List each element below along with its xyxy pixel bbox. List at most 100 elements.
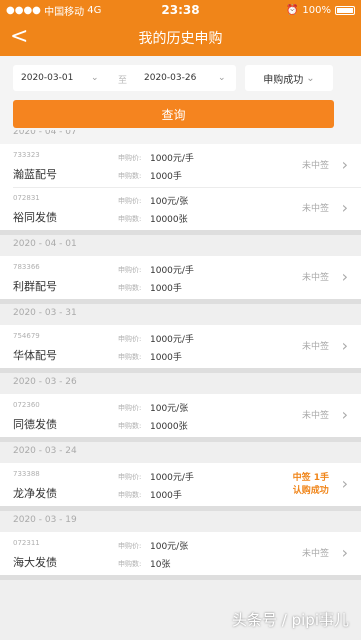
page-title: 我的历史申购 bbox=[138, 31, 223, 47]
amount-value: 10000张 bbox=[150, 215, 188, 225]
list-item[interactable]: 072311 海大发债 申购价: 100元/张 申购数: 10张 未中签 › bbox=[0, 532, 361, 575]
list-item[interactable]: 733323 瀚蓝配号 申购价: 1000元/手 申购数: 1000手 未中签 › bbox=[0, 144, 361, 187]
amount-value: 10张 bbox=[150, 560, 171, 570]
group-separator bbox=[0, 506, 361, 511]
chevron-right-icon: › bbox=[341, 267, 348, 286]
group-separator bbox=[0, 575, 361, 580]
item-code: 733323 bbox=[13, 151, 40, 159]
item-name: 同德发债 bbox=[13, 418, 57, 431]
item-name: 海大发债 bbox=[13, 556, 57, 569]
history-list[interactable]: 2020 - 04 - 07 733323 瀚蓝配号 申购价: 1000元/手 申购数: 1… bbox=[0, 130, 361, 620]
item-code: 072831 bbox=[13, 194, 40, 202]
result-text: 未中签 bbox=[301, 342, 329, 352]
chevron-right-icon: › bbox=[341, 336, 348, 355]
group-separator bbox=[0, 299, 361, 304]
amount-label: 申购数: bbox=[118, 215, 142, 223]
price-value: 1000元/手 bbox=[150, 335, 194, 345]
chevron-down-icon: ⌄ bbox=[91, 73, 99, 83]
battery-icon bbox=[335, 5, 355, 15]
list-item[interactable]: 783366 利群配号 申购价: 1000元/手 申购数: 1000手 未中签 › bbox=[0, 256, 361, 299]
price-value: 1000元/手 bbox=[150, 266, 194, 276]
result-status: 未中签 bbox=[302, 546, 329, 559]
result-status: 中签 1手 认购成功 bbox=[293, 472, 329, 498]
list-item[interactable]: 733388 龙净发债 申购价: 1000元/手 申购数: 1000手 中签 1手 认购成功 › bbox=[0, 463, 361, 506]
chevron-right-icon: › bbox=[341, 474, 348, 493]
list-item[interactable]: 754679 华体配号 申购价: 1000元/手 申购数: 1000手 未中签 › bbox=[0, 325, 361, 368]
chevron-right-icon: › bbox=[341, 543, 348, 562]
price-value: 1000元/手 bbox=[150, 473, 194, 483]
result-text: 未中签 bbox=[301, 549, 329, 559]
item-code: 072311 bbox=[13, 539, 40, 547]
item-name: 华体配号 bbox=[13, 349, 57, 362]
price-value: 100元/张 bbox=[150, 404, 189, 414]
item-name: 龙净发债 bbox=[13, 487, 57, 500]
status-select-value: 申购成功 bbox=[263, 74, 304, 86]
end-date[interactable]: 2020-03-26 bbox=[144, 73, 196, 83]
result-text: 未中签 bbox=[301, 161, 329, 171]
price-value: 1000元/手 bbox=[150, 154, 194, 164]
clock: 23:38 bbox=[161, 3, 200, 17]
result-status: 未中签 bbox=[302, 201, 329, 214]
result-text: 未中签 bbox=[301, 273, 329, 283]
result-status: 未中签 bbox=[302, 339, 329, 352]
group-separator bbox=[0, 368, 361, 373]
item-name: 裕同发债 bbox=[13, 211, 57, 224]
price-value: 100元/张 bbox=[150, 542, 189, 552]
price-label: 申购价: bbox=[118, 473, 142, 481]
result-status: 未中签 bbox=[302, 158, 329, 171]
query-button[interactable]: 查询 bbox=[13, 100, 334, 128]
item-name: 瀚蓝配号 bbox=[13, 168, 57, 181]
price-label: 申购价: bbox=[118, 542, 142, 550]
amount-label: 申购数: bbox=[118, 172, 142, 180]
price-label: 申购价: bbox=[118, 197, 142, 205]
group-date-header: 2020 - 04 - 01 bbox=[13, 239, 77, 249]
amount-label: 申购数: bbox=[118, 284, 142, 292]
price-label: 申购价: bbox=[118, 266, 142, 274]
result-subtext: 认购成功 bbox=[292, 486, 329, 496]
group-date-header: 2020 - 03 - 24 bbox=[13, 446, 77, 456]
back-arrow-icon[interactable]: < bbox=[10, 24, 28, 50]
amount-label: 申购数: bbox=[118, 353, 142, 361]
amount-label: 申购数: bbox=[118, 491, 142, 499]
price-label: 申购价: bbox=[118, 335, 142, 343]
item-code: 783366 bbox=[13, 263, 40, 271]
amount-value: 1000手 bbox=[150, 491, 182, 501]
price-label: 申购价: bbox=[118, 404, 142, 412]
chevron-right-icon: › bbox=[341, 155, 348, 174]
amount-value: 10000张 bbox=[150, 422, 188, 432]
group-separator bbox=[0, 230, 361, 235]
item-code: 733388 bbox=[13, 470, 40, 478]
group-date-header: 2020 - 04 - 07 bbox=[13, 130, 77, 137]
item-code: 072360 bbox=[13, 401, 40, 409]
amount-label: 申购数: bbox=[118, 422, 142, 430]
start-date[interactable]: 2020-03-01 bbox=[21, 73, 73, 83]
group-date-header: 2020 - 03 - 31 bbox=[13, 308, 77, 318]
chevron-down-icon: ⌄ bbox=[218, 73, 226, 83]
group-date-header: 2020 - 03 - 26 bbox=[13, 377, 77, 387]
price-value: 100元/张 bbox=[150, 197, 189, 207]
item-name: 利群配号 bbox=[13, 280, 57, 293]
item-code: 754679 bbox=[13, 332, 40, 340]
list-item[interactable]: 072831 裕同发债 申购价: 100元/张 申购数: 10000张 未中签 › bbox=[0, 187, 361, 230]
result-text: 未中签 bbox=[301, 411, 329, 421]
group-date-header: 2020 - 03 - 19 bbox=[13, 515, 77, 525]
amount-label: 申购数: bbox=[118, 560, 142, 568]
chevron-right-icon: › bbox=[341, 198, 348, 217]
navigation-bar: < 我的历史申购 bbox=[0, 20, 361, 56]
amount-value: 1000手 bbox=[150, 353, 182, 363]
watermark: 头条号 / pipi事儿 bbox=[232, 611, 349, 629]
chevron-right-icon: › bbox=[341, 405, 348, 424]
price-label: 申购价: bbox=[118, 154, 142, 162]
status-select[interactable]: 申购成功 ⌄ bbox=[245, 65, 333, 91]
date-range-picker[interactable]: 2020-03-01 ⌄ 至 2020-03-26 ⌄ bbox=[13, 65, 236, 91]
group-separator bbox=[0, 437, 361, 442]
amount-value: 1000手 bbox=[150, 172, 182, 182]
chevron-down-icon: ⌄ bbox=[306, 72, 315, 84]
result-status: 未中签 bbox=[302, 270, 329, 283]
date-separator: 至 bbox=[118, 76, 128, 86]
list-item[interactable]: 072360 同德发债 申购价: 100元/张 申购数: 10000张 未中签 › bbox=[0, 394, 361, 437]
result-text: 未中签 bbox=[301, 204, 329, 214]
amount-value: 1000手 bbox=[150, 284, 182, 294]
item-divider bbox=[13, 187, 361, 188]
status-bar: ●●●● 中国移动 4G 23:38 ⏰ 100% bbox=[0, 0, 361, 20]
